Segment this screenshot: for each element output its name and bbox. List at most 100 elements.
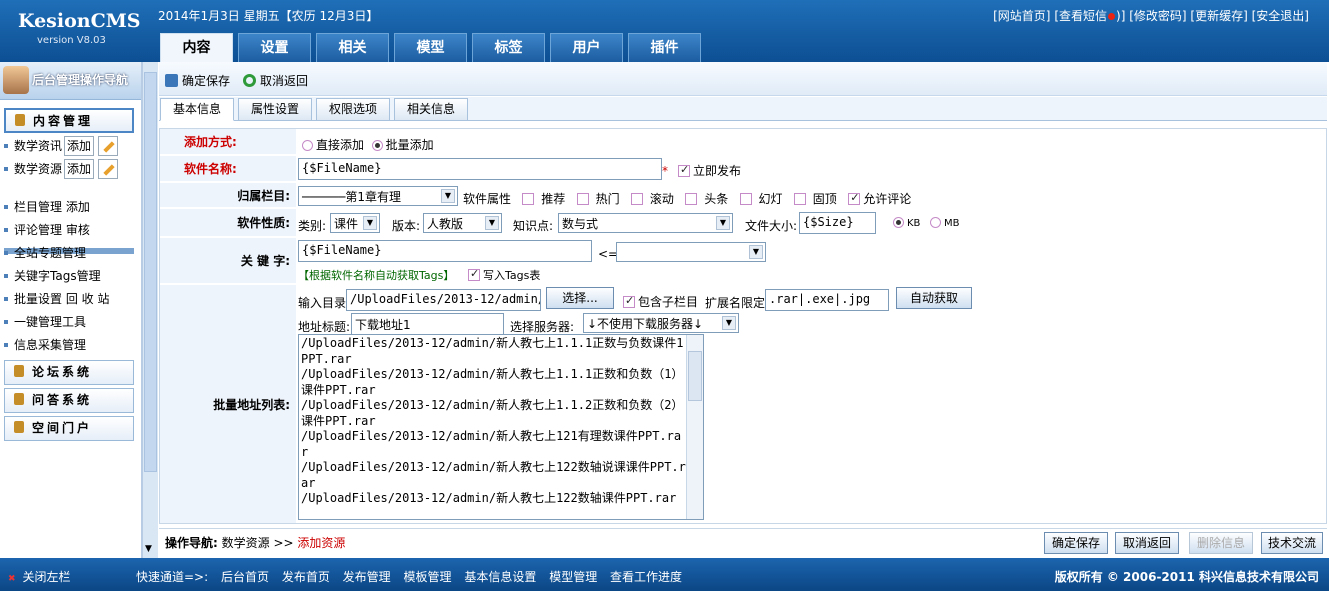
quick-link[interactable]: 后台首页 <box>221 570 269 584</box>
support-button[interactable]: 技术交流 <box>1261 532 1323 554</box>
radio-mb[interactable] <box>929 217 941 228</box>
section-forum[interactable]: 论坛系统 <box>4 360 134 385</box>
tab-related-info[interactable]: 相关信息 <box>394 98 468 121</box>
main-panel: 确定保存 取消返回 基本信息 属性设置 权限选项 相关信息 添加方式: 直接添加… <box>159 62 1327 558</box>
list-scrollbar-thumb[interactable] <box>688 351 702 401</box>
keywords-input[interactable]: {$FileName} <box>298 240 592 262</box>
lunar-date[interactable]: 【农历 12月3日】 <box>280 9 379 23</box>
radio-direct[interactable] <box>302 140 313 151</box>
type-select[interactable]: 课件 ▼ <box>330 213 380 233</box>
choose-dir-button[interactable]: 选择... <box>546 287 614 309</box>
nature-label: 软件性质: <box>160 209 296 237</box>
crumb-current: 添加资源 <box>297 536 346 550</box>
auto-tags-link[interactable]: 【根据软件名称自动获取Tags】 <box>298 267 454 283</box>
brand-version: version V8.03 <box>37 35 106 46</box>
sidebar-link-topics[interactable]: 全站专题管理 <box>4 244 86 261</box>
quick-link[interactable]: 模型管理 <box>549 570 597 584</box>
crumb-section[interactable]: 数学资源 <box>222 536 270 550</box>
edit-pencil-icon[interactable] <box>98 159 119 179</box>
ext-input[interactable]: .rar|.exe|.jpg <box>765 289 889 311</box>
category-select[interactable]: ──────第1章有理 ▼ <box>298 186 458 206</box>
publish-checkbox[interactable] <box>678 163 690 177</box>
folder-icon <box>14 421 24 433</box>
tab-permissions[interactable]: 权限选项 <box>316 98 390 121</box>
section-content-management[interactable]: 内容管理 <box>4 108 134 133</box>
bottom-save-button[interactable]: 确定保存 <box>1044 532 1108 554</box>
sidebar-scrollbar[interactable]: ▼ <box>142 62 158 558</box>
sidebar-item-label[interactable]: 数学资讯 <box>14 139 62 153</box>
attr-headline-checkbox[interactable] <box>685 193 698 205</box>
tab-content[interactable]: 内容 <box>160 33 233 62</box>
save-button[interactable]: 确定保存 <box>165 72 230 89</box>
link-logout[interactable]: [安全退出] <box>1252 9 1309 23</box>
section-space[interactable]: 空间门户 <box>4 416 134 441</box>
version-select[interactable]: 人教版 ▼ <box>423 213 502 233</box>
filesize-label: 文件大小: <box>745 219 798 233</box>
write-tags-checkbox[interactable] <box>468 267 480 281</box>
software-name-input[interactable]: {$FileName} <box>298 158 662 180</box>
link-messages-end[interactable]: )] <box>1116 9 1125 23</box>
section-qa[interactable]: 问答系统 <box>4 388 134 413</box>
quick-link[interactable]: 模板管理 <box>404 570 452 584</box>
quick-link[interactable]: 查看工作进度 <box>610 570 682 584</box>
add-mode-options: 直接添加 批量添加 <box>302 136 434 153</box>
attr-top-checkbox[interactable] <box>793 193 806 205</box>
sub-tabs: 基本信息 属性设置 权限选项 相关信息 <box>159 97 1327 121</box>
include-subdirs: 包含子栏目 <box>623 293 698 310</box>
write-tags: 写入Tags表 <box>468 267 540 283</box>
tab-plugins[interactable]: 插件 <box>628 33 701 62</box>
tab-model[interactable]: 模型 <box>394 33 467 62</box>
server-select[interactable]: ↓不使用下载服务器↓ ▼ <box>583 313 739 333</box>
filesize-input[interactable]: {$Size} <box>799 212 876 234</box>
link-password[interactable]: [修改密码] <box>1129 9 1186 23</box>
tab-settings[interactable]: 设置 <box>238 33 311 62</box>
top-links: [网站首页] [查看短信)] [修改密码] [更新缓存] [安全退出] <box>993 7 1309 24</box>
radio-kb[interactable] <box>893 217 904 228</box>
attr-comment-checkbox[interactable] <box>848 191 861 205</box>
tab-basic-info[interactable]: 基本信息 <box>160 98 234 121</box>
quick-link[interactable]: 发布管理 <box>343 570 391 584</box>
attr-hot-checkbox[interactable] <box>576 193 589 205</box>
link-home[interactable]: [网站首页] <box>993 9 1050 23</box>
batch-address-list[interactable]: /UploadFiles/2013-12/admin/新人教七上1.1.1正数与… <box>298 334 704 520</box>
link-messages[interactable]: [查看短信 <box>1054 9 1107 23</box>
attr-recommend-checkbox[interactable] <box>522 193 535 205</box>
quick-link[interactable]: 基本信息设置 <box>464 570 536 584</box>
add-button[interactable]: 添加 <box>64 136 95 156</box>
scrollbar-thumb[interactable] <box>144 72 157 472</box>
sidebar-link-tags[interactable]: 关键字Tags管理 <box>4 267 101 284</box>
keywords-select[interactable]: ▼ <box>616 242 766 262</box>
addr-title-input[interactable]: 下载地址1 <box>351 313 504 335</box>
auto-fetch-button[interactable]: 自动获取 <box>896 287 972 309</box>
batch-list-label: 批量地址列表: <box>160 285 296 523</box>
edit-pencil-icon[interactable] <box>98 136 119 156</box>
dir-input[interactable]: /UploadFiles/2013-12/admin/ <box>346 289 541 311</box>
sidebar-link-batch[interactable]: 批量设置 回 收 站 <box>4 290 109 307</box>
tab-attributes[interactable]: 属性设置 <box>238 98 312 121</box>
scroll-down-icon[interactable]: ▼ <box>145 544 152 554</box>
version-label: 版本: <box>392 219 421 233</box>
tab-related[interactable]: 相关 <box>316 33 389 62</box>
folder-icon <box>14 365 24 377</box>
tab-users[interactable]: 用户 <box>550 33 623 62</box>
sidebar-link-collect[interactable]: 信息采集管理 <box>4 336 86 353</box>
quick-link[interactable]: 发布首页 <box>282 570 330 584</box>
bottom-back-button[interactable]: 取消返回 <box>1115 532 1179 554</box>
delete-button[interactable]: 删除信息 <box>1189 532 1253 554</box>
knowledge-select[interactable]: 数与式 ▼ <box>558 213 733 233</box>
attr-slide-checkbox[interactable] <box>739 193 752 205</box>
software-name-label: 软件名称: <box>160 156 296 182</box>
back-button[interactable]: 取消返回 <box>243 72 308 89</box>
sidebar-link-tools[interactable]: 一键管理工具 <box>4 313 86 330</box>
attr-scroll-checkbox[interactable] <box>631 193 644 205</box>
link-cache[interactable]: [更新缓存] <box>1190 9 1247 23</box>
tab-tags[interactable]: 标签 <box>472 33 545 62</box>
list-scrollbar[interactable] <box>686 335 703 519</box>
radio-batch[interactable] <box>371 140 383 151</box>
sidebar-link-comments[interactable]: 评论管理 审核 <box>4 221 90 238</box>
sidebar-link-columns[interactable]: 栏目管理 添加 <box>4 198 90 215</box>
sidebar-item-label[interactable]: 数学资源 <box>14 162 62 176</box>
include-subdirs-checkbox[interactable] <box>623 294 635 308</box>
close-sidebar-button[interactable]: ✖ 关闭左栏 <box>8 568 71 585</box>
add-button[interactable]: 添加 <box>64 159 95 179</box>
